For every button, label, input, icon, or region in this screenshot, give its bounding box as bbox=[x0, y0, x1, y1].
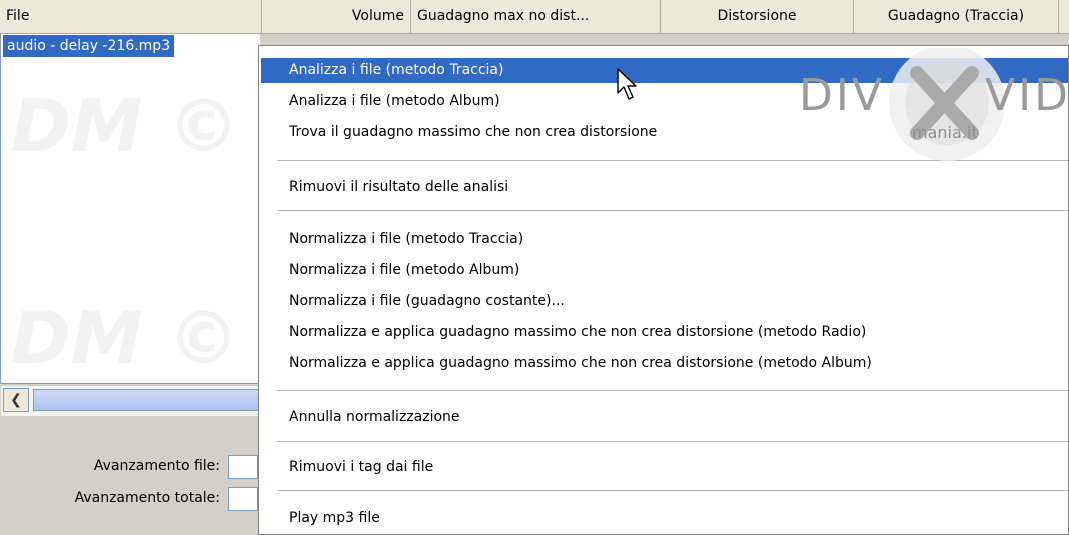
scroll-left-button[interactable]: ❮ bbox=[3, 388, 29, 412]
menu-separator bbox=[277, 160, 1068, 161]
total-progress-label: Avanzamento totale: bbox=[74, 490, 220, 506]
menu-item-remove-tags[interactable]: Rimuovi i tag dai file bbox=[261, 455, 1068, 480]
file-progress-label: Avanzamento file: bbox=[93, 458, 220, 474]
column-volume[interactable]: Volume bbox=[262, 0, 411, 33]
column-file[interactable]: File bbox=[0, 0, 262, 33]
total-progress-row: Avanzamento totale: bbox=[0, 487, 220, 511]
menu-item-analyze-track[interactable]: Analizza i file (metodo Traccia) bbox=[261, 58, 1068, 83]
total-progress-bar bbox=[228, 487, 258, 511]
scroll-thumb[interactable] bbox=[33, 389, 259, 411]
file-list[interactable]: DM © DM © audio - delay -216.mp3 ❮ bbox=[0, 34, 260, 416]
menu-separator bbox=[277, 390, 1068, 391]
menu-item-undo-normalization[interactable]: Annulla normalizzazione bbox=[261, 405, 1068, 430]
menu-item-analyze-album[interactable]: Analizza i file (metodo Album) bbox=[261, 89, 1068, 114]
menu-separator bbox=[277, 441, 1068, 442]
menu-item-find-max-gain[interactable]: Trova il guadagno massimo che non crea d… bbox=[261, 120, 1068, 145]
context-menu: Analizza i file (metodo Traccia) Analizz… bbox=[258, 45, 1069, 535]
mouse-pointer-icon bbox=[617, 68, 637, 100]
file-row-selected[interactable]: audio - delay -216.mp3 bbox=[3, 35, 175, 57]
watermark: DM © bbox=[11, 84, 240, 168]
menu-separator bbox=[277, 210, 1068, 211]
column-max-gain[interactable]: Guadagno max no dist... bbox=[411, 0, 661, 33]
horizontal-scrollbar[interactable]: ❮ bbox=[1, 386, 259, 416]
column-track-gain[interactable]: Guadagno (Traccia) bbox=[854, 0, 1059, 33]
menu-item-remove-analysis[interactable]: Rimuovi il risultato delle analisi bbox=[261, 175, 1068, 200]
menu-item-normalize-max-album[interactable]: Normalizza e applica guadagno massimo ch… bbox=[261, 351, 1068, 376]
menu-separator bbox=[277, 490, 1068, 491]
menu-item-normalize-radio[interactable]: Normalizza e applica guadagno massimo ch… bbox=[261, 320, 1068, 345]
menu-item-normalize-track[interactable]: Normalizza i file (metodo Traccia) bbox=[261, 227, 1068, 252]
chevron-left-icon: ❮ bbox=[10, 392, 22, 408]
column-distortion[interactable]: Distorsione bbox=[661, 0, 854, 33]
file-progress-row: Avanzamento file: bbox=[0, 455, 220, 479]
watermark: DM © bbox=[11, 296, 240, 380]
menu-item-normalize-constant[interactable]: Normalizza i file (guadagno costante)... bbox=[261, 289, 1068, 314]
column-header: File Volume Guadagno max no dist... Dist… bbox=[0, 0, 1069, 34]
file-progress-bar bbox=[228, 455, 258, 479]
menu-item-normalize-album[interactable]: Normalizza i file (metodo Album) bbox=[261, 258, 1068, 283]
menu-item-play-mp3[interactable]: Play mp3 file bbox=[261, 506, 1068, 531]
